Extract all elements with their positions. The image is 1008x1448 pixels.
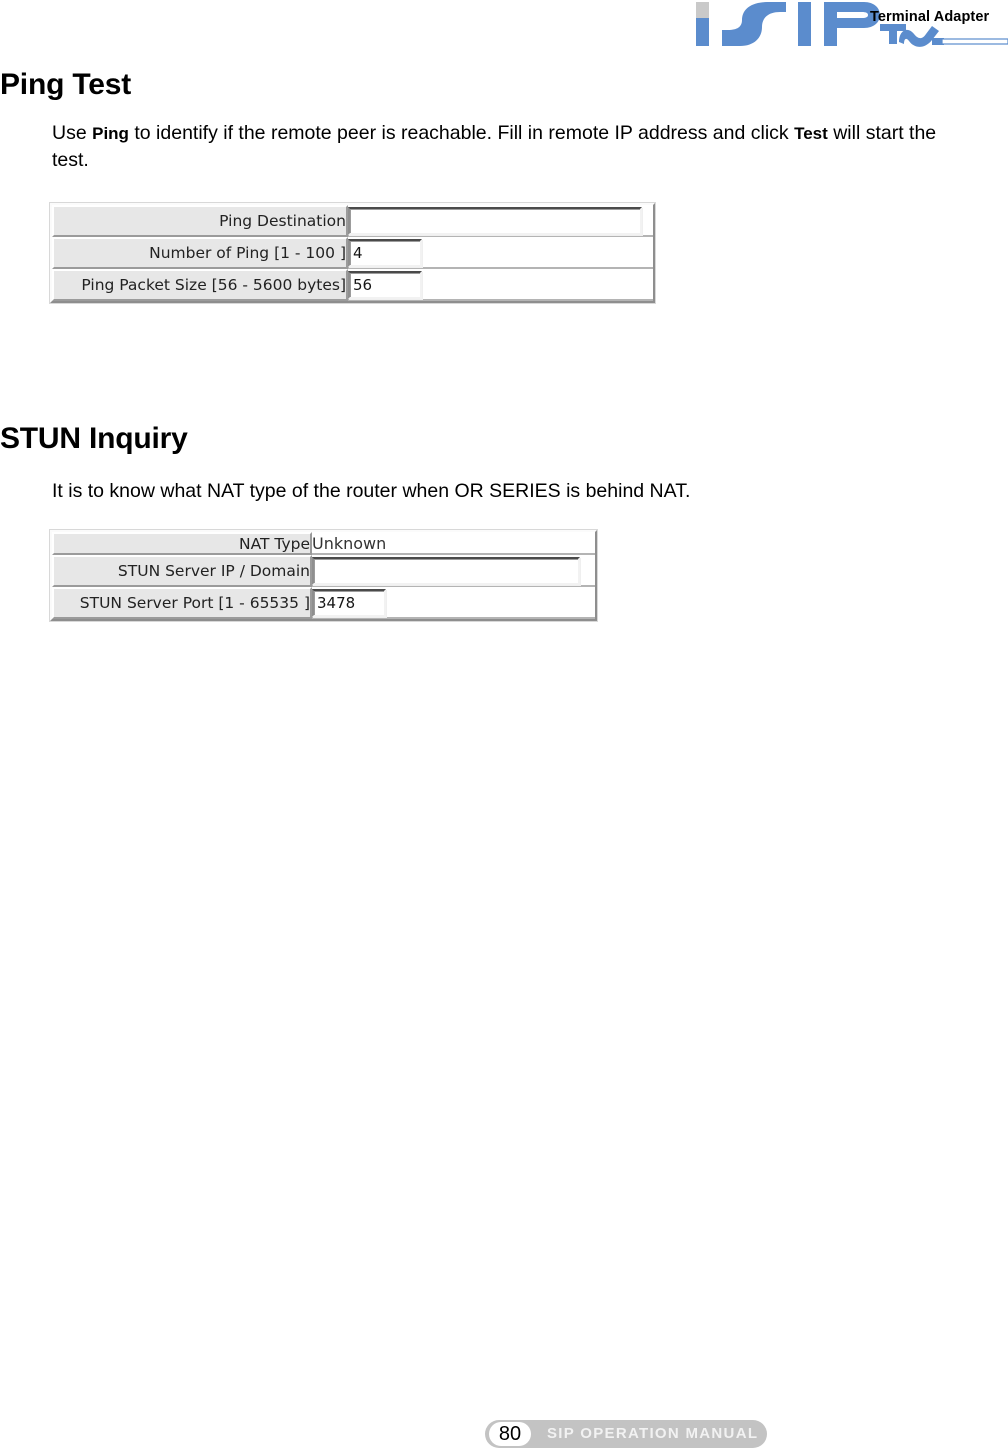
label-nat-type: NAT Type [52,532,312,555]
brand-logo: Terminal Adapter [658,0,1008,52]
stun-server-port-input[interactable] [312,589,386,617]
product-label: Terminal Adapter [870,9,990,25]
table-row: NAT Type Unknown [52,532,595,555]
stun-inquiry-form: NAT Type Unknown STUN Server IP / Domain… [50,530,597,621]
label-number-of-ping: Number of Ping [1 - 100 ] [52,237,348,269]
ping-packet-size-input[interactable] [348,271,422,299]
field-cell-stun-server-port [312,587,595,619]
table-row: Ping Destination [52,205,653,237]
stun-server-ip-domain-input[interactable] [312,557,580,585]
ping-desc-emph-test: Test [794,124,828,143]
sip-ta-logo-icon [696,2,1008,47]
number-of-ping-input[interactable] [348,239,422,267]
value-nat-type: Unknown [312,532,595,555]
page-header: Terminal Adapter [0,0,1008,56]
ping-test-description: Use Ping to identify if the remote peer … [52,120,957,174]
table-row: Ping Packet Size [56 - 5600 bytes] [52,269,653,301]
label-stun-server-port: STUN Server Port [1 - 65535 ] [52,587,312,619]
stun-inquiry-description: It is to know what NAT type of the route… [52,480,691,502]
table-row: Number of Ping [1 - 100 ] [52,237,653,269]
page-number-badge: 80 [489,1422,531,1446]
manual-title: SIP OPERATION MANUAL [547,1425,759,1442]
ping-desc-emph-ping: Ping [92,124,129,143]
ping-test-form: Ping Destination Number of Ping [1 - 100… [50,203,655,303]
table-row: STUN Server IP / Domain [52,555,595,587]
page-title-ping-test: Ping Test [0,68,131,101]
ping-destination-input[interactable] [348,207,642,235]
label-stun-server-ip-domain: STUN Server IP / Domain [52,555,312,587]
label-ping-packet-size: Ping Packet Size [56 - 5600 bytes] [52,269,348,301]
table-row: STUN Server Port [1 - 65535 ] [52,587,595,619]
page-footer: 80 SIP OPERATION MANUAL [485,1420,767,1448]
page-title-stun-inquiry: STUN Inquiry [0,422,188,455]
ping-desc-part-1: Use [52,122,93,144]
field-cell-ping-destination [348,205,653,237]
label-ping-destination: Ping Destination [52,205,348,237]
field-cell-number-of-ping [348,237,653,269]
ping-desc-part-2: to identify if the remote peer is reacha… [128,122,795,144]
field-cell-stun-server-ip-domain [312,555,595,587]
field-cell-ping-packet-size [348,269,653,301]
